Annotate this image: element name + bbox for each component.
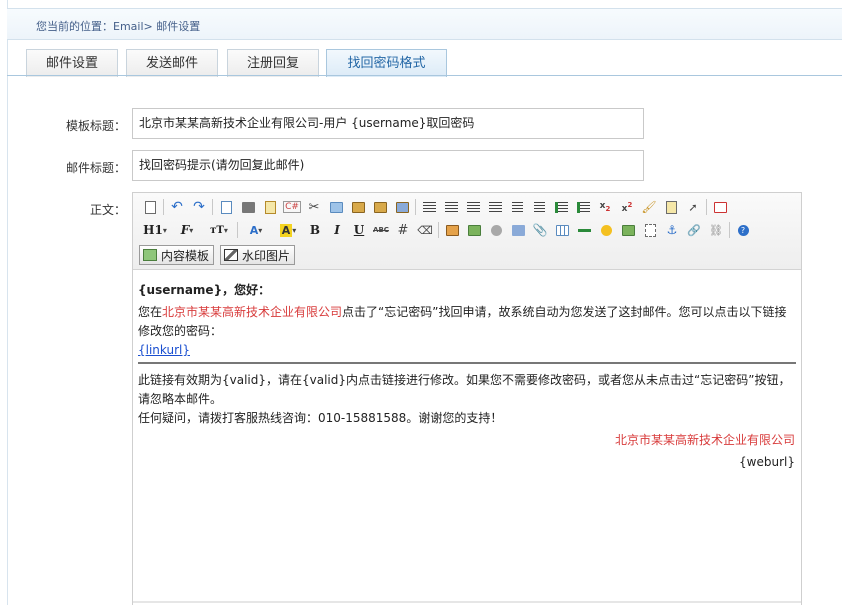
mail-subject-input[interactable]: 找回密码提示(请勿回复此邮件) xyxy=(132,150,644,181)
paste-icon[interactable] xyxy=(347,196,369,218)
font-size-dropdown[interactable]: тT ▾ xyxy=(203,219,235,241)
tab-password-recovery-format[interactable]: 找回密码格式 xyxy=(326,49,447,77)
align-center-icon[interactable] xyxy=(440,196,462,218)
unordered-list-icon[interactable] xyxy=(528,196,550,218)
indent-icon[interactable] xyxy=(550,196,572,218)
flash-icon[interactable] xyxy=(485,219,507,241)
template-title-input[interactable]: 北京市某某高新技术企业有限公司-用户 {username}取回密码 xyxy=(132,108,644,139)
unlink-icon[interactable]: ⛓ xyxy=(705,219,727,241)
anchor-icon[interactable]: ⚓ xyxy=(661,219,683,241)
eraser-icon[interactable]: ⌫ xyxy=(414,219,436,241)
clear-format-icon[interactable]: 🖌 xyxy=(638,196,660,218)
template-icon[interactable] xyxy=(259,196,281,218)
toolbar-separator xyxy=(163,199,164,215)
font-color-button[interactable]: A ▾ xyxy=(240,219,272,241)
intro-text-a: 您在 xyxy=(138,305,163,319)
link-icon[interactable]: 🔗 xyxy=(683,219,705,241)
contact-paragraph: 任何疑问，请拨打客服热线咨询：010-15881588。谢谢您的支持！ xyxy=(138,411,503,425)
toolbar-separator xyxy=(706,199,707,215)
print-icon[interactable] xyxy=(237,196,259,218)
italic-label: I xyxy=(334,223,340,237)
tab-register-reply[interactable]: 注册回复 xyxy=(227,49,319,77)
toolbar-separator xyxy=(438,222,439,238)
source-icon[interactable] xyxy=(139,196,161,218)
intro-paragraph: 您在北京市某某高新技术企业有限公司点击了“忘记密码”找回申请，故系统自动为您发送… xyxy=(138,303,798,341)
redo-icon[interactable]: ↷ xyxy=(188,196,210,218)
highlight-color-button[interactable]: A ▾ xyxy=(272,219,304,241)
intro-company-name: 北京市某某高新技术企业有限公司 xyxy=(162,305,343,319)
cut-icon[interactable]: ✂ xyxy=(303,196,325,218)
emoticon-icon[interactable] xyxy=(595,219,617,241)
undo-icon[interactable]: ↶ xyxy=(166,196,188,218)
watermark-image-label: 水印图片 xyxy=(242,248,291,263)
body-label: 正文： xyxy=(89,203,126,217)
font-family-dropdown[interactable]: F ▾ xyxy=(171,219,203,241)
strikethrough-button[interactable]: ABC xyxy=(370,219,392,241)
paste-text-icon[interactable] xyxy=(369,196,391,218)
bold-label: B xyxy=(309,223,321,237)
align-left-icon[interactable] xyxy=(418,196,440,218)
toolbar-row-2: H1 ▾ F ▾ тT ▾ A ▾ A ▾ B I U ABC # ⌫ 📎 ⚓ 🔗 xyxy=(139,219,754,241)
template-title-label: 模板标题： xyxy=(65,119,126,133)
underline-button[interactable]: U xyxy=(348,219,370,241)
template-icon xyxy=(143,249,157,261)
toolbar-separator xyxy=(212,199,213,215)
hr-icon[interactable] xyxy=(573,219,595,241)
editor-toolbar: ↶ ↷ C# ✂ x2 x2 🖌 ➚ H1 ▾ F ▾ тT ▾ A ▾ A ▾… xyxy=(133,193,801,270)
table-grid-icon[interactable]: # xyxy=(392,219,414,241)
align-justify-icon[interactable] xyxy=(484,196,506,218)
mail-subject-label: 邮件标题： xyxy=(65,161,126,175)
signature-url: {weburl} xyxy=(739,455,795,469)
media-icon[interactable] xyxy=(507,219,529,241)
paste-word-icon[interactable] xyxy=(391,196,413,218)
toolbar-separator xyxy=(729,222,730,238)
ordered-list-icon[interactable] xyxy=(506,196,528,218)
reset-link[interactable]: {linkurl} xyxy=(138,341,190,360)
preview-icon[interactable] xyxy=(215,196,237,218)
select-all-icon[interactable] xyxy=(660,196,682,218)
tab-send-mail[interactable]: 发送邮件 xyxy=(126,49,218,77)
greeting-text: {username}，您好： xyxy=(138,283,271,297)
italic-button[interactable]: I xyxy=(326,219,348,241)
pagebreak-icon[interactable] xyxy=(639,219,661,241)
breadcrumb: 您当前的位置：Email> 邮件设置 xyxy=(36,20,201,33)
cursor-icon[interactable]: ➚ xyxy=(682,196,704,218)
heading-label: H1 xyxy=(143,223,163,237)
heading-dropdown[interactable]: H1 ▾ xyxy=(139,219,171,241)
table-icon[interactable] xyxy=(551,219,573,241)
toolbar-row-1: ↶ ↷ C# ✂ x2 x2 🖌 ➚ xyxy=(139,196,731,218)
content-template-button[interactable]: 内容模板 xyxy=(139,245,215,265)
watermark-image-button[interactable]: 水印图片 xyxy=(220,245,296,265)
toolbar-separator xyxy=(237,222,238,238)
toolbar-row-3: 内容模板 水印图片 xyxy=(139,244,301,266)
tab-mail-settings[interactable]: 邮件设置 xyxy=(26,49,118,77)
validity-paragraph: 此链接有效期为{valid}，请在{valid}内点击链接进行修改。如果您不需要… xyxy=(138,373,791,406)
superscript-icon[interactable]: x2 xyxy=(616,196,638,218)
attachment-icon[interactable]: 📎 xyxy=(529,219,551,241)
editor-bottom-bar xyxy=(133,601,801,603)
outdent-icon[interactable] xyxy=(572,196,594,218)
font-family-label: F xyxy=(180,223,190,237)
strikethrough-label: ABC xyxy=(373,226,389,234)
underline-label: U xyxy=(353,223,365,237)
align-right-icon[interactable] xyxy=(462,196,484,218)
divider xyxy=(138,362,796,364)
multi-image-icon[interactable] xyxy=(463,219,485,241)
image-icon[interactable] xyxy=(441,219,463,241)
toolbar-separator xyxy=(415,199,416,215)
content-template-label: 内容模板 xyxy=(161,248,210,263)
fullscreen-icon[interactable] xyxy=(709,196,731,218)
map-icon[interactable] xyxy=(617,219,639,241)
copy-icon[interactable] xyxy=(325,196,347,218)
image-icon xyxy=(224,249,239,261)
tabs-underline xyxy=(7,75,842,76)
breadcrumb-bar: 您当前的位置：Email> 邮件设置 xyxy=(7,8,842,40)
code-icon[interactable]: C# xyxy=(281,196,303,218)
font-size-label: тT xyxy=(210,224,224,236)
rich-text-editor[interactable]: ↶ ↷ C# ✂ x2 x2 🖌 ➚ H1 ▾ F ▾ тT ▾ A ▾ A ▾… xyxy=(132,192,802,605)
signature-company: 北京市某某高新技术企业有限公司 xyxy=(614,433,795,447)
help-icon[interactable]: ? xyxy=(732,219,754,241)
bold-button[interactable]: B xyxy=(304,219,326,241)
subscript-icon[interactable]: x2 xyxy=(594,196,616,218)
